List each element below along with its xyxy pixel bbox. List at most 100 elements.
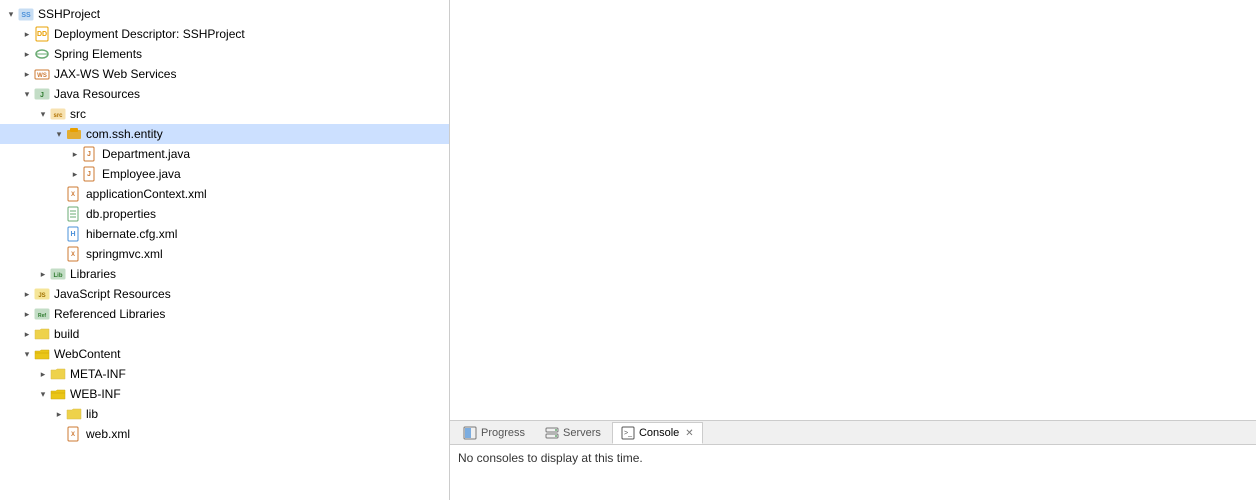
label-lib: lib	[86, 407, 98, 421]
chevron-web-inf	[36, 387, 50, 401]
chevron-webcontent	[20, 347, 34, 361]
chevron-libraries	[36, 267, 50, 281]
project-icon: SS	[18, 6, 34, 22]
chevron-src	[36, 107, 50, 121]
label-spring: Spring Elements	[54, 47, 142, 61]
tree-item-meta-inf[interactable]: META-INF	[0, 364, 449, 384]
ref-libraries-icon: Ref	[34, 306, 50, 322]
xml-icon: X	[66, 186, 82, 202]
properties-icon	[66, 206, 82, 222]
svg-text:WS: WS	[37, 73, 47, 79]
label-appcontext: applicationContext.xml	[86, 187, 207, 201]
chevron-department	[68, 147, 82, 161]
chevron-employee	[68, 167, 82, 181]
chevron-sshproject	[4, 7, 18, 21]
svg-text:X: X	[71, 432, 75, 438]
label-sshproject: SSHProject	[38, 7, 100, 21]
tree-item-src[interactable]: src src	[0, 104, 449, 124]
chevron-jaxws	[20, 67, 34, 81]
svg-text:J: J	[40, 92, 44, 99]
editor-area	[450, 0, 1256, 420]
descriptor-icon: DD	[34, 26, 50, 42]
label-dbprops: db.properties	[86, 207, 156, 221]
java-file2-icon: J	[82, 166, 98, 182]
progress-icon	[463, 426, 477, 440]
tab-bar: Progress Servers >_ Console ✕	[450, 421, 1256, 445]
tree-item-deployment[interactable]: DD Deployment Descriptor: SSHProject	[0, 24, 449, 44]
tree-item-webcontent[interactable]: WebContent	[0, 344, 449, 364]
tab-progress-label: Progress	[481, 427, 525, 439]
java-resources-icon: J	[34, 86, 50, 102]
tree-item-dbprops[interactable]: db.properties	[0, 204, 449, 224]
label-springmvc: springmvc.xml	[86, 247, 163, 261]
label-hibernate: hibernate.cfg.xml	[86, 227, 177, 241]
src-icon: src	[50, 106, 66, 122]
label-js-resources: JavaScript Resources	[54, 287, 171, 301]
tree-item-ref-libraries[interactable]: Ref Referenced Libraries	[0, 304, 449, 324]
tree-item-jaxws[interactable]: WS JAX-WS Web Services	[0, 64, 449, 84]
project-explorer: SS SSHProject DD Deployment Descriptor: …	[0, 0, 450, 500]
chevron-meta-inf	[36, 367, 50, 381]
tree-item-package[interactable]: com.ssh.entity	[0, 124, 449, 144]
label-src: src	[70, 107, 86, 121]
svg-text:Ref: Ref	[38, 313, 46, 319]
servers-icon	[545, 426, 559, 440]
tree-item-department[interactable]: J Department.java	[0, 144, 449, 164]
label-employee: Employee.java	[102, 167, 181, 181]
tree-item-sshproject[interactable]: SS SSHProject	[0, 4, 449, 24]
folder-icon	[34, 326, 50, 342]
folder-open-icon	[34, 346, 50, 362]
package-icon	[66, 126, 82, 142]
chevron-ref-libraries	[20, 307, 34, 321]
svg-text:SS: SS	[21, 12, 31, 19]
java-file-icon: J	[82, 146, 98, 162]
label-java-resources: Java Resources	[54, 87, 140, 101]
folder2-icon	[50, 366, 66, 382]
svg-text:DD: DD	[37, 31, 47, 38]
console-close-icon[interactable]: ✕	[685, 428, 693, 439]
label-webxml: web.xml	[86, 427, 130, 441]
tree-item-springmvc[interactable]: X springmvc.xml	[0, 244, 449, 264]
svg-text:JS: JS	[38, 293, 45, 299]
tab-console[interactable]: >_ Console ✕	[612, 422, 703, 444]
chevron-spring	[20, 47, 34, 61]
label-deployment: Deployment Descriptor: SSHProject	[54, 27, 245, 41]
jaxws-icon: WS	[34, 66, 50, 82]
tab-servers[interactable]: Servers	[536, 422, 610, 444]
svg-text:H: H	[70, 231, 75, 238]
webxml-icon: X	[66, 426, 82, 442]
folder3-icon	[66, 406, 82, 422]
tree-item-lib[interactable]: lib	[0, 404, 449, 424]
svg-text:>_: >_	[624, 430, 632, 437]
tree-item-build[interactable]: build	[0, 324, 449, 344]
label-meta-inf: META-INF	[70, 367, 126, 381]
folder-open2-icon	[50, 386, 66, 402]
label-web-inf: WEB-INF	[70, 387, 121, 401]
libraries-icon: Lib	[50, 266, 66, 282]
svg-text:Lib: Lib	[54, 273, 63, 279]
console-message: No consoles to display at this time.	[458, 451, 643, 465]
springmvc-icon: X	[66, 246, 82, 262]
label-jaxws: JAX-WS Web Services	[54, 67, 176, 81]
chevron-build	[20, 327, 34, 341]
label-package: com.ssh.entity	[86, 127, 163, 141]
tree-item-webxml[interactable]: X web.xml	[0, 424, 449, 444]
console-content-area: No consoles to display at this time.	[450, 445, 1256, 500]
bottom-panel: Progress Servers >_ Console ✕	[450, 420, 1256, 500]
chevron-js-resources	[20, 287, 34, 301]
tree-item-spring[interactable]: Spring Elements	[0, 44, 449, 64]
tree-item-web-inf[interactable]: WEB-INF	[0, 384, 449, 404]
js-resources-icon: JS	[34, 286, 50, 302]
tree-item-hibernate[interactable]: H hibernate.cfg.xml	[0, 224, 449, 244]
tab-progress[interactable]: Progress	[454, 422, 534, 444]
svg-text:J: J	[87, 151, 91, 158]
tree-item-appcontext[interactable]: X applicationContext.xml	[0, 184, 449, 204]
tree-item-libraries[interactable]: Lib Libraries	[0, 264, 449, 284]
label-department: Department.java	[102, 147, 190, 161]
console-icon: >_	[621, 426, 635, 440]
tree-item-employee[interactable]: J Employee.java	[0, 164, 449, 184]
tree-item-js-resources[interactable]: JS JavaScript Resources	[0, 284, 449, 304]
chevron-deployment	[20, 27, 34, 41]
tree-item-java-resources[interactable]: J Java Resources	[0, 84, 449, 104]
svg-text:X: X	[71, 252, 75, 258]
